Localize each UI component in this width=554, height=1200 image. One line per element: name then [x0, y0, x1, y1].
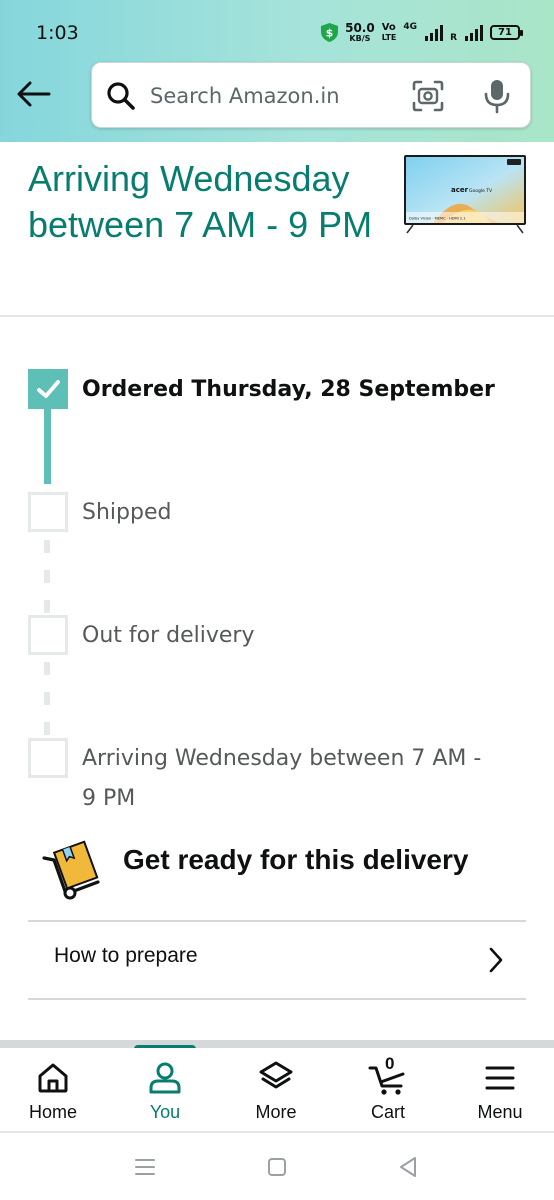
- camera-scan-icon[interactable]: [412, 80, 444, 112]
- nav-cart[interactable]: 0 Cart: [333, 1048, 443, 1133]
- volte-bottom: LTE: [381, 32, 397, 42]
- arrow-left-icon: [17, 81, 51, 107]
- arrival-heading: Arriving Wednesday between 7 AM - 9 PM: [28, 158, 373, 245]
- hamburger-icon: [485, 1066, 515, 1090]
- nav-label: Menu: [477, 1102, 523, 1122]
- bottom-nav: Home You More 0 Cart Menu: [0, 1048, 554, 1133]
- search-input[interactable]: [150, 77, 390, 115]
- nav-home[interactable]: Home: [0, 1048, 108, 1133]
- app-header: 1:03 $ 50.0 KB/S Vo LTE 4G R 71 Search A…: [0, 0, 554, 142]
- step-label: Out for delivery: [82, 623, 255, 648]
- system-navigation-bar: [0, 1135, 554, 1200]
- svg-text:Dolby Vision · MEMC · HDMI 2.1: Dolby Vision · MEMC · HDMI 2.1: [409, 217, 466, 221]
- step-label: Shipped: [82, 500, 172, 525]
- nav-menu[interactable]: Menu: [445, 1048, 554, 1133]
- step-checkbox: [28, 738, 68, 778]
- progress-rail-pending: [44, 692, 50, 705]
- progress-rail-pending: [44, 662, 50, 675]
- chevron-right-icon: [489, 947, 503, 973]
- back-system-icon[interactable]: [396, 1155, 420, 1179]
- recent-apps-icon[interactable]: [133, 1155, 157, 1179]
- home-system-icon[interactable]: [265, 1155, 289, 1179]
- progress-rail-complete: [44, 406, 51, 484]
- svg-text:acer: acer: [451, 186, 469, 194]
- search-icon: [107, 82, 135, 110]
- nav-label: More: [255, 1102, 297, 1122]
- step-label-line-2: 9 PM: [82, 786, 136, 811]
- step-label: Ordered Thursday, 28 September: [82, 377, 495, 402]
- status-icons: $ 50.0 KB/S Vo LTE 4G R 71: [321, 21, 523, 43]
- battery-level: 71: [498, 27, 512, 38]
- signal-strength-2-icon: [465, 24, 483, 41]
- nav-label: Home: [28, 1102, 77, 1122]
- product-thumbnail[interactable]: acer Google TV Dolby Vision · MEMC · HDM…: [403, 154, 527, 234]
- user-icon: [149, 1062, 181, 1094]
- signal-roaming-label: R: [450, 33, 457, 43]
- volte-top: Vo: [381, 21, 396, 33]
- nav-you[interactable]: You: [110, 1048, 220, 1133]
- network-speed: 50.0 KB/S: [345, 22, 375, 43]
- layers-icon: [259, 1061, 293, 1089]
- progress-rail-pending: [44, 722, 50, 735]
- nav-more[interactable]: More: [221, 1048, 331, 1133]
- network-type: 4G: [403, 22, 418, 32]
- step-label-line-1: Arriving Wednesday between 7 AM -: [82, 746, 482, 771]
- svg-text:$: $: [326, 27, 334, 40]
- network-speed-unit: KB/S: [349, 34, 371, 43]
- search-bar[interactable]: [91, 62, 531, 128]
- nav-label: You: [149, 1102, 181, 1122]
- microphone-icon[interactable]: [482, 78, 512, 114]
- bottom-nav-separator: [0, 1040, 554, 1048]
- svg-text:Google TV: Google TV: [469, 188, 493, 194]
- step-checkbox-checked: [28, 369, 68, 409]
- step-checkbox: [28, 615, 68, 655]
- cart-count-badge: 0: [385, 1054, 395, 1073]
- step-checkbox: [28, 492, 68, 532]
- signal-strength-icon: [425, 24, 444, 41]
- back-button[interactable]: [14, 74, 54, 114]
- progress-rail-pending: [44, 570, 50, 583]
- progress-rail-pending: [44, 540, 50, 553]
- shield-dollar-icon: $: [321, 23, 339, 42]
- volte-indicator: Vo LTE: [381, 21, 397, 43]
- home-icon: [38, 1063, 68, 1093]
- get-ready-title: Get ready for this delivery: [123, 844, 469, 875]
- how-to-prepare-row[interactable]: How to prepare: [28, 920, 526, 1000]
- status-time: 1:03: [36, 22, 79, 44]
- progress-rail-pending: [44, 600, 50, 613]
- network-speed-value: 50.0: [345, 21, 375, 35]
- nav-label: Cart: [370, 1102, 405, 1122]
- section-divider: [0, 315, 554, 317]
- hand-truck-package-icon: [42, 840, 100, 900]
- checkmark-icon: [37, 380, 60, 398]
- how-to-prepare-label: How to prepare: [54, 944, 198, 967]
- status-bar: 1:03 $ 50.0 KB/S Vo LTE 4G R 71: [0, 0, 554, 60]
- battery-icon: 71: [490, 25, 523, 40]
